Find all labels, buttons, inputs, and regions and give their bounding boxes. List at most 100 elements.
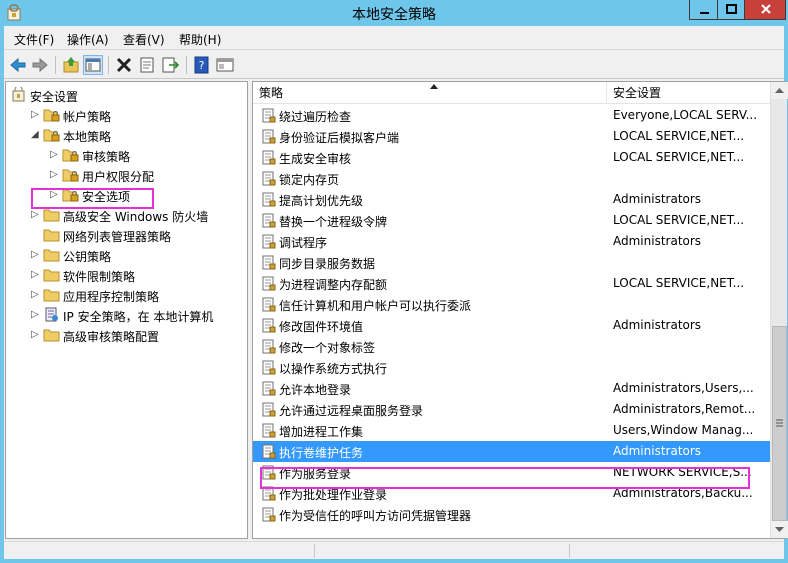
table-row[interactable]: 提高计划优先级 Administrators <box>253 189 770 210</box>
tree-item-label: 本地策略 <box>63 130 112 144</box>
policy-setting: Everyone,LOCAL SERV... <box>613 108 758 122</box>
policy-setting: Administrators <box>613 444 702 458</box>
table-row[interactable]: 以操作系统方式执行 <box>253 357 770 378</box>
delete-icon[interactable] <box>114 55 134 75</box>
menu-file[interactable]: 文件(F) <box>14 31 54 48</box>
table-row[interactable]: 调试程序 Administrators <box>253 231 770 252</box>
collapse-arrow-icon[interactable]: ◢ <box>31 129 41 141</box>
toolbar-separator <box>186 56 187 74</box>
tree-item-label: 审核策略 <box>82 150 131 164</box>
table-row[interactable]: 为进程调整内存配额 LOCAL SERVICE,NET... <box>253 273 770 294</box>
policy-setting: Users,Window Manag... <box>613 423 754 437</box>
expand-arrow-icon[interactable]: ▷ <box>31 289 41 301</box>
table-row[interactable]: 绕过遍历检查 Everyone,LOCAL SERV... <box>253 105 770 126</box>
column-header-policy[interactable]: 策略 <box>253 82 603 104</box>
menu-action[interactable]: 操作(A) <box>67 31 109 48</box>
back-arrow-icon[interactable] <box>8 55 28 75</box>
expand-arrow-icon[interactable]: ▷ <box>31 269 41 281</box>
status-bar <box>4 541 784 559</box>
show-hide-tree-icon[interactable] <box>83 55 103 75</box>
expand-arrow-icon[interactable]: ▷ <box>50 169 60 181</box>
policy-icon <box>262 108 276 123</box>
tree-item-label: 公钥策略 <box>63 250 112 264</box>
console-view-icon[interactable] <box>215 55 235 75</box>
close-button[interactable] <box>744 0 786 20</box>
vertical-scrollbar[interactable] <box>770 82 788 538</box>
policy-name: 调试程序 <box>279 236 328 250</box>
policy-setting: LOCAL SERVICE,NET... <box>613 150 745 164</box>
table-row[interactable]: 信任计算机和用户帐户可以执行委派 <box>253 294 770 315</box>
expand-arrow-icon[interactable]: ▷ <box>31 209 41 221</box>
expand-arrow-icon[interactable]: ▷ <box>31 109 41 121</box>
expand-arrow-icon[interactable]: ▷ <box>31 249 41 261</box>
folder-icon <box>43 267 60 282</box>
maximize-button[interactable] <box>717 0 745 20</box>
policy-icon <box>262 150 276 165</box>
table-row[interactable]: 替换一个进程级令牌 LOCAL SERVICE,NET... <box>253 210 770 231</box>
column-header-setting[interactable]: 安全设置 <box>607 82 770 104</box>
main-window: 本地安全策略 文件(F) 操作(A) 查看(V) 帮助(H) ? 安全设置 ▷ … <box>0 0 788 563</box>
menu-help[interactable]: 帮助(H) <box>179 31 221 48</box>
policy-icon <box>262 318 276 333</box>
scroll-thumb[interactable] <box>772 326 787 521</box>
navigation-tree[interactable]: 安全设置 ▷ 帐户策略 ◢ 本地策略 ▷ 审核策略 ▷ 用户权限分配 ▷ 安全选项 ▷ 高级安全 Win… <box>5 81 248 539</box>
policy-name: 修改固件环境值 <box>279 320 364 334</box>
expand-arrow-icon[interactable]: ▷ <box>31 309 41 321</box>
help-icon[interactable]: ? <box>192 55 212 75</box>
policy-icon <box>262 234 276 249</box>
policy-icon <box>262 213 276 228</box>
client-area: 文件(F) 操作(A) 查看(V) 帮助(H) ? 安全设置 ▷ 帐户策略 ◢ … <box>4 26 788 559</box>
tree-item-label: 帐户策略 <box>63 110 112 124</box>
title-bar[interactable]: 本地安全策略 <box>0 0 788 26</box>
ipsec-policy-icon <box>43 307 60 322</box>
table-row[interactable]: 修改固件环境值 Administrators <box>253 315 770 336</box>
table-row[interactable]: 允许本地登录 Administrators,Users,... <box>253 378 770 399</box>
table-row[interactable]: 作为受信任的呼叫方访问凭据管理器 <box>253 504 770 525</box>
security-settings-icon <box>10 85 27 102</box>
policy-name: 修改一个对象标签 <box>279 341 376 355</box>
forward-arrow-icon[interactable] <box>30 55 50 75</box>
sort-ascending-icon <box>430 84 438 89</box>
export-list-icon[interactable] <box>160 55 180 75</box>
status-divider <box>569 544 570 558</box>
scroll-up-button[interactable] <box>771 82 788 99</box>
table-row[interactable]: 身份验证后模拟客户端 LOCAL SERVICE,NET... <box>253 126 770 147</box>
tree-item-label: 高级审核策略配置 <box>63 330 160 344</box>
policy-setting: Administrators,Remot... <box>613 402 756 416</box>
svg-text:?: ? <box>199 59 205 72</box>
menu-view[interactable]: 查看(V) <box>123 31 165 48</box>
policy-setting: Administrators <box>613 234 702 248</box>
up-folder-icon[interactable] <box>61 55 81 75</box>
expand-arrow-icon[interactable]: ▷ <box>31 329 41 341</box>
toolbar-separator <box>108 56 109 74</box>
policy-icon <box>262 381 276 396</box>
folder-icon <box>43 287 60 302</box>
highlight-box-user-rights <box>31 188 154 209</box>
policy-icon <box>262 276 276 291</box>
scroll-down-button[interactable] <box>771 521 788 538</box>
policy-icon <box>262 402 276 417</box>
policy-icon <box>262 444 276 459</box>
policy-list[interactable]: 策略 安全设置 绕过遍历检查 Everyone,LOCAL SERV... 身份验证… <box>252 81 788 539</box>
table-row[interactable]: 同步目录服务数据 <box>253 252 770 273</box>
tree-item-label: 高级安全 Windows 防火墙 <box>63 210 209 224</box>
table-row[interactable]: 生成安全审核 LOCAL SERVICE,NET... <box>253 147 770 168</box>
policy-icon <box>262 171 276 186</box>
locked-folder-icon <box>62 147 79 162</box>
properties-icon[interactable] <box>137 55 157 75</box>
policy-name: 执行卷维护任务 <box>279 446 364 460</box>
policy-icon <box>262 423 276 438</box>
table-row[interactable]: 增加进程工作集 Users,Window Manag... <box>253 420 770 441</box>
list-header: 策略 安全设置 <box>253 82 770 104</box>
expand-arrow-icon[interactable]: ▷ <box>50 149 60 161</box>
table-row[interactable]: 允许通过远程桌面服务登录 Administrators,Remot... <box>253 399 770 420</box>
table-row-selected[interactable]: 执行卷维护任务 Administrators <box>253 441 770 462</box>
toolbar: ? <box>4 51 784 79</box>
locked-folder-icon <box>43 127 60 142</box>
table-row[interactable]: 锁定内存页 <box>253 168 770 189</box>
policy-name: 允许通过远程桌面服务登录 <box>279 404 424 418</box>
tree-item-label: 网络列表管理器策略 <box>63 230 172 244</box>
table-row[interactable]: 修改一个对象标签 <box>253 336 770 357</box>
minimize-button[interactable] <box>689 0 718 20</box>
status-divider <box>314 544 315 558</box>
